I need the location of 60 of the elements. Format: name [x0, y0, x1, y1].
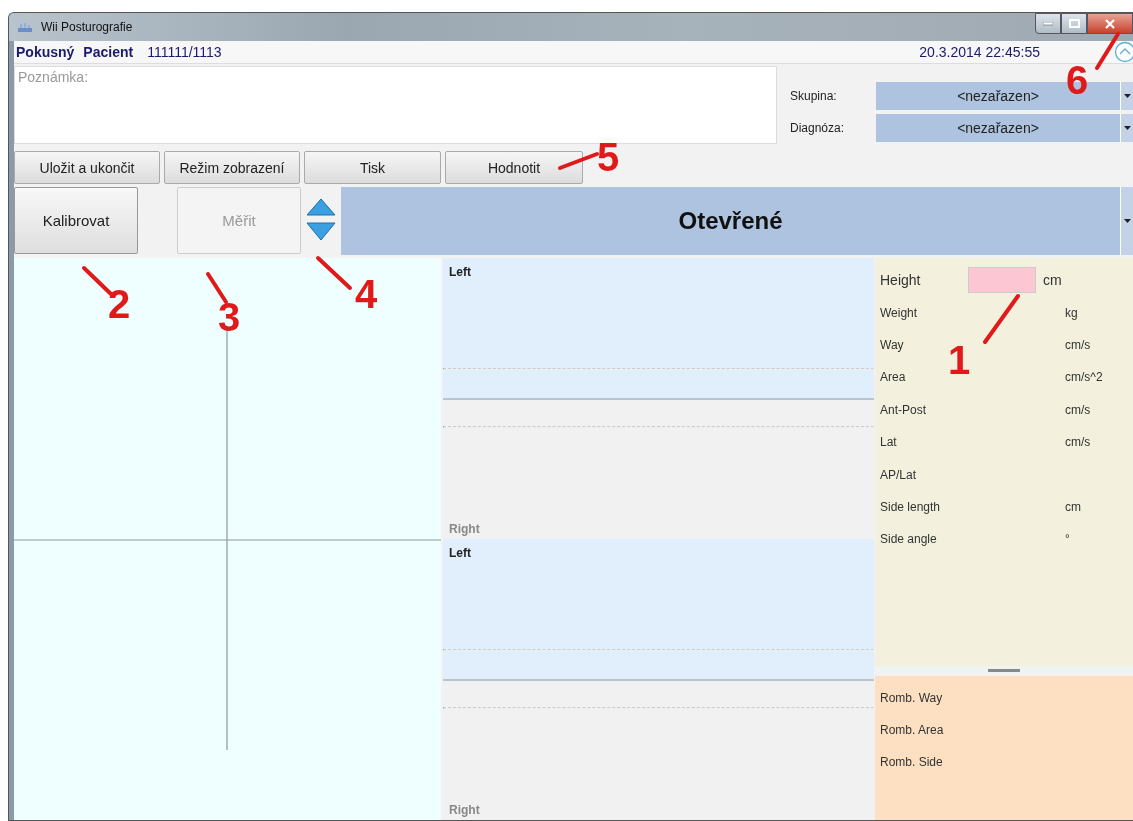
toolbar-button[interactable]: Tisk — [304, 151, 441, 184]
dropdown-arrow-icon[interactable] — [1123, 126, 1131, 130]
leader-line — [1095, 32, 1120, 70]
height-field[interactable] — [968, 267, 1036, 294]
patient-last-name: Pacient — [83, 44, 134, 60]
chart-label: Right — [448, 522, 481, 538]
app-icon — [17, 21, 33, 33]
patient-first-name: Pokusný — [16, 44, 75, 60]
unit-label: cm/s — [1065, 435, 1091, 450]
toolbar-button[interactable]: Uložit a ukončit — [14, 151, 160, 184]
chart-label: Right — [448, 803, 481, 819]
callout-number: 4 — [355, 274, 378, 314]
dropdown-arrow-icon[interactable] — [1123, 94, 1131, 98]
stat-label: Height — [880, 272, 922, 289]
stat-label: AP/Lat — [880, 467, 918, 482]
collapse-icon[interactable] — [1114, 41, 1133, 63]
romberg-label: Romb. Side — [879, 754, 944, 771]
stat-label: Side angle — [880, 532, 938, 547]
dropdown[interactable]: <nezařazen> — [876, 114, 1120, 142]
minimize-button[interactable] — [1035, 13, 1061, 34]
romberg-label: Romb. Area — [879, 722, 945, 739]
leader-line — [983, 294, 1020, 344]
unit-label: cm — [1065, 499, 1081, 514]
field-label: Skupina: — [790, 89, 838, 103]
callout-number: 1 — [948, 340, 971, 380]
date-time: 20.3.2014 22:45:55 — [919, 44, 1040, 60]
callout-number: 3 — [218, 297, 241, 337]
stat-label: Lat — [880, 435, 898, 450]
minimize-icon[interactable] — [1043, 21, 1053, 26]
maximize-button[interactable] — [1061, 13, 1087, 34]
unit-label: cm/s^2 — [1065, 370, 1103, 385]
stat-label: Ant-Post — [880, 402, 928, 417]
mode-dropdown[interactable]: Otevřené — [341, 187, 1120, 255]
toolbar-button[interactable]: Hodnotit — [445, 151, 583, 184]
field-label: Diagnóza: — [790, 121, 846, 135]
chart-label: Left — [448, 545, 472, 560]
romberg-label: Romb. Way — [879, 690, 944, 707]
leader-line — [558, 152, 599, 170]
patient-id: 111111/1113 — [147, 44, 222, 60]
close-icon[interactable] — [1105, 18, 1115, 29]
unit-label: ° — [1065, 532, 1070, 547]
splitter-handle[interactable] — [988, 669, 1020, 672]
unit-label: cm/s — [1065, 402, 1091, 417]
unit-label: cm/s — [1065, 337, 1091, 352]
dropdown-arrow-icon[interactable] — [1123, 219, 1131, 223]
toolbar-button[interactable]: Režim zobrazení — [164, 151, 300, 184]
chart-label: Left — [448, 264, 472, 279]
unit-label: cm — [1043, 272, 1062, 289]
leader-line — [206, 272, 228, 304]
callout-number: 2 — [108, 284, 131, 324]
stat-label: Area — [880, 370, 907, 385]
stat-label: Weight — [880, 305, 919, 320]
stat-label: Side length — [880, 499, 942, 514]
stat-label: Way — [880, 337, 905, 352]
window-title: Wii Posturografie — [41, 20, 133, 34]
note-field[interactable]: Poznámka: — [14, 66, 777, 144]
unit-label: kg — [1065, 305, 1078, 320]
leader-line — [316, 256, 352, 290]
close-button[interactable] — [1087, 13, 1133, 34]
calibrate-button[interactable]: Kalibrovat — [14, 187, 138, 254]
